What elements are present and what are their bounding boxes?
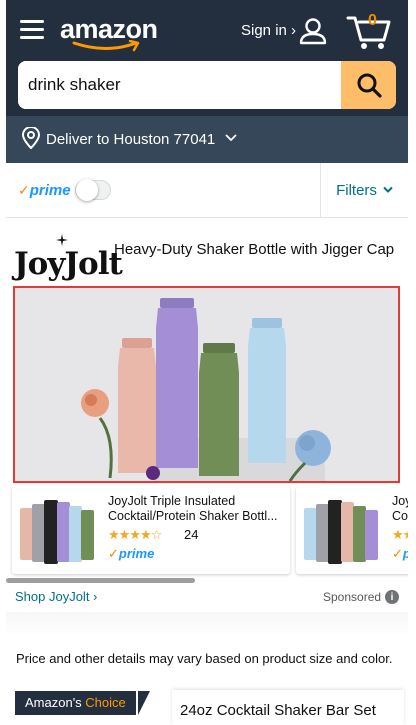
user-icon[interactable] bbox=[298, 16, 328, 46]
product-thumbnail bbox=[18, 490, 98, 570]
badge-prefix: Amazon's bbox=[25, 695, 82, 710]
chevron-down-icon bbox=[383, 186, 393, 193]
product-name[interactable]: JoyJo Cockt bbox=[392, 494, 408, 524]
smile-arrow-icon bbox=[72, 40, 140, 52]
location-pin-icon bbox=[21, 127, 41, 149]
carousel-scrollbar[interactable] bbox=[6, 578, 408, 583]
sponsored-brand-header[interactable]: JoyJolt Heavy-Duty Shaker Bottle with Ji… bbox=[14, 234, 404, 284]
delivery-label: Deliver to Houston 77041 bbox=[46, 131, 216, 148]
brand-hero-image[interactable] bbox=[13, 286, 400, 483]
section-divider bbox=[6, 612, 408, 636]
shaker-bottles-image bbox=[15, 288, 398, 481]
search-bar bbox=[18, 61, 396, 109]
brand-headline[interactable]: Heavy-Duty Shaker Bottle with Jigger Cap bbox=[114, 239, 404, 260]
prime-label: prime bbox=[29, 181, 71, 199]
cart-button[interactable]: 0 bbox=[346, 8, 392, 50]
amazons-choice-badge: Amazon's Choice bbox=[15, 691, 136, 715]
filters-label: Filters bbox=[336, 181, 377, 199]
toggle-knob bbox=[75, 179, 98, 201]
sponsored-text: Sponsored bbox=[323, 590, 382, 604]
prime-filter-toggle[interactable]: ✓ prime bbox=[18, 179, 111, 201]
product-thumbnail bbox=[302, 490, 382, 570]
sign-in-link[interactable]: Sign in › bbox=[241, 22, 296, 39]
top-bar: amazon Sign in › 0 bbox=[6, 0, 408, 60]
header: amazon Sign in › 0 drink shaker Deliver … bbox=[6, 0, 408, 163]
sparkle-icon bbox=[56, 234, 68, 246]
filter-bar: ✓ prime Filters bbox=[6, 163, 408, 218]
carousel-product-card[interactable]: JoyJolt Triple Insulated Cocktail/Protei… bbox=[12, 486, 290, 574]
badge-tail bbox=[138, 691, 150, 715]
carousel-product-card[interactable]: JoyJo Cockt ★★ ✓pri bbox=[296, 486, 408, 574]
hamburger-icon[interactable] bbox=[20, 20, 44, 40]
delivery-location-bar[interactable]: Deliver to Houston 77041 bbox=[6, 116, 408, 163]
sponsored-label[interactable]: Sponsored i bbox=[323, 590, 400, 604]
price-disclaimer: Price and other details may vary based o… bbox=[16, 651, 393, 666]
badge-highlight: Choice bbox=[85, 695, 126, 710]
search-input[interactable] bbox=[18, 61, 341, 109]
search-button[interactable] bbox=[341, 61, 396, 109]
prime-badge: ✓prime bbox=[108, 546, 155, 561]
review-count[interactable]: 24 bbox=[184, 527, 198, 542]
shop-brand-link[interactable]: Shop JoyJolt › bbox=[15, 589, 97, 604]
star-rating[interactable]: ★★★★☆ bbox=[108, 527, 162, 543]
info-icon[interactable]: i bbox=[385, 590, 400, 604]
brand-logo-text: JoyJolt bbox=[14, 246, 123, 282]
search-icon bbox=[357, 73, 382, 98]
filters-button[interactable]: Filters bbox=[320, 163, 408, 217]
prime-check-icon: ✓ bbox=[18, 181, 30, 198]
product-carousel[interactable]: JoyJolt Triple Insulated Cocktail/Protei… bbox=[6, 486, 408, 578]
prime-badge: ✓pri bbox=[392, 546, 408, 561]
toggle-switch[interactable] bbox=[74, 179, 111, 201]
scrollbar-thumb[interactable] bbox=[6, 578, 195, 583]
chevron-down-icon bbox=[225, 134, 237, 142]
amazon-logo[interactable]: amazon bbox=[60, 12, 160, 52]
star-rating[interactable]: ★★ bbox=[392, 527, 408, 543]
result-product-title[interactable]: 24oz Cocktail Shaker Bar Set bbox=[172, 690, 404, 725]
cart-count: 0 bbox=[368, 12, 377, 29]
product-name[interactable]: JoyJolt Triple Insulated Cocktail/Protei… bbox=[108, 494, 288, 524]
joyjolt-logo[interactable]: JoyJolt bbox=[14, 234, 123, 284]
search-results-page: amazon Sign in › 0 drink shaker Deliver … bbox=[0, 0, 416, 725]
